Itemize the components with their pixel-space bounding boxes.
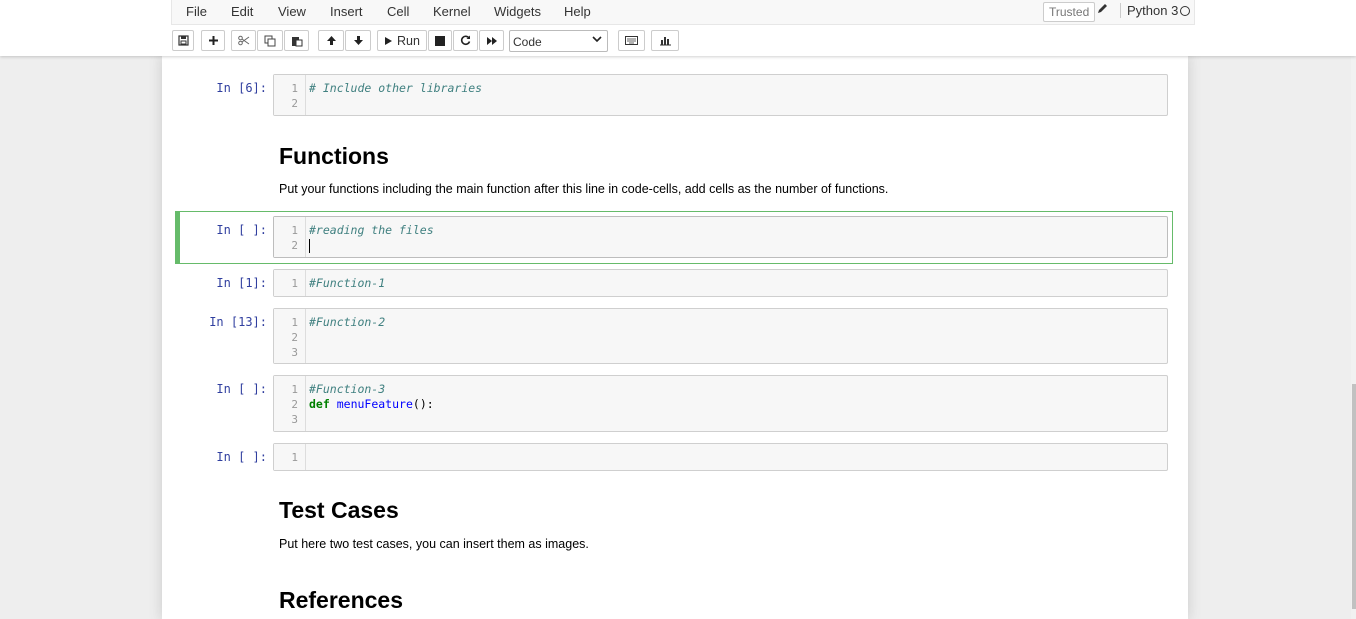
line-number: 1	[291, 277, 298, 290]
line-number: 2	[291, 239, 298, 252]
interrupt-button[interactable]	[428, 30, 452, 51]
references-heading: References	[279, 587, 404, 613]
functions-heading: Functions	[279, 143, 389, 169]
cell-type-value: Code	[513, 35, 542, 49]
copy-button[interactable]	[257, 30, 283, 51]
run-button[interactable]: Run	[377, 30, 427, 51]
menu-widgets[interactable]: Widgets	[494, 4, 541, 19]
function-name: menuFeature	[336, 397, 413, 411]
cut-button[interactable]	[231, 30, 256, 51]
stop-icon	[435, 35, 445, 46]
cell-prompt: In [13]:	[209, 315, 267, 329]
plus-icon	[208, 35, 219, 46]
line-gutter: 1 2	[274, 217, 306, 257]
line-number: 3	[291, 346, 298, 359]
code-editor[interactable]: 1 #Function-1	[273, 269, 1168, 297]
move-down-button[interactable]	[345, 30, 371, 51]
code-cell[interactable]: In [ ]: 1 2 3 #Function-3 def menuFeatur…	[174, 375, 1172, 432]
restart-icon	[460, 35, 471, 46]
text-cursor	[309, 239, 310, 253]
line-gutter: 1	[274, 270, 306, 296]
cell-prompt: In [1]:	[216, 276, 267, 290]
chevron-down-icon	[592, 34, 602, 46]
command-palette-button[interactable]	[618, 30, 645, 51]
cell-prompt: In [ ]:	[216, 382, 267, 396]
circle-icon	[1180, 6, 1190, 16]
toolbar: Run Code	[171, 30, 1195, 53]
save-icon	[177, 35, 189, 46]
functions-text: Put your functions including the main fu…	[279, 182, 889, 196]
code-cell[interactable]: In [1]: 1 #Function-1	[174, 269, 1172, 297]
code-editor[interactable]: 1 2 3 #Function-2	[273, 308, 1168, 364]
insert-cell-button[interactable]	[201, 30, 225, 51]
menu-insert[interactable]: Insert	[330, 4, 363, 19]
code-cell[interactable]: In [6]: 1 2 # Include other libraries	[174, 74, 1172, 116]
arrow-down-icon	[353, 35, 364, 46]
code-line: #Function-2	[309, 315, 386, 329]
line-number: 1	[291, 383, 298, 396]
cell-type-select[interactable]: Code	[509, 30, 608, 52]
cell-prompt: In [ ]:	[216, 450, 267, 464]
menu-edit[interactable]: Edit	[231, 4, 253, 19]
line-number: 2	[291, 331, 298, 344]
pencil-icon[interactable]	[1097, 2, 1108, 17]
run-all-button[interactable]	[479, 30, 504, 51]
cell-prompt: In [ ]:	[216, 223, 267, 237]
code-line: def menuFeature():	[309, 397, 434, 412]
line-number: 3	[291, 413, 298, 426]
kernel-name: Python 3	[1120, 3, 1178, 18]
test-cases-heading: Test Cases	[279, 497, 399, 523]
line-number: 1	[291, 451, 298, 464]
line-gutter: 1 2	[274, 75, 306, 115]
code-cell[interactable]: In [ ]: 1	[174, 443, 1172, 471]
code-editor[interactable]: 1 2 3 #Function-3 def menuFeature():	[273, 375, 1168, 432]
notebook-header: File Edit View Insert Cell Kernel Widget…	[0, 0, 1356, 56]
copy-icon	[264, 35, 276, 47]
line-gutter: 1	[274, 444, 306, 470]
code-line: # Include other libraries	[309, 81, 483, 95]
code-cell-selected[interactable]: In [ ]: 1 2 #reading the files	[174, 216, 1172, 259]
menu-file[interactable]: File	[186, 4, 207, 19]
menu-view[interactable]: View	[278, 4, 306, 19]
scissors-icon	[237, 35, 250, 46]
arrow-up-icon	[326, 35, 337, 46]
move-up-button[interactable]	[318, 30, 344, 51]
paste-button[interactable]	[284, 30, 309, 51]
chart-button[interactable]	[651, 30, 679, 51]
line-gutter: 1 2 3	[274, 309, 306, 363]
code-punctuation: ():	[412, 397, 434, 411]
menu-bar: File Edit View Insert Cell Kernel Widget…	[171, 0, 1195, 25]
play-icon	[384, 36, 393, 46]
bar-chart-icon	[659, 35, 672, 46]
paste-icon	[291, 35, 303, 47]
test-cases-text: Put here two test cases, you can insert …	[279, 537, 589, 551]
menu-help[interactable]: Help	[564, 4, 591, 19]
cell-prompt: In [6]:	[216, 81, 267, 95]
code-line: #reading the files	[309, 223, 434, 237]
keyword-def: def	[309, 397, 330, 411]
code-cell[interactable]: In [13]: 1 2 3 #Function-2	[174, 308, 1172, 364]
save-button[interactable]	[172, 30, 194, 51]
code-editor[interactable]: 1	[273, 443, 1168, 471]
line-number: 2	[291, 398, 298, 411]
keyboard-icon	[625, 36, 638, 45]
restart-button[interactable]	[453, 30, 478, 51]
code-editor[interactable]: 1 2 #reading the files	[273, 216, 1168, 258]
line-number: 1	[291, 224, 298, 237]
fast-forward-icon	[486, 36, 498, 46]
code-editor[interactable]: 1 2 # Include other libraries	[273, 74, 1168, 116]
menu-kernel[interactable]: Kernel	[433, 4, 471, 19]
trusted-badge[interactable]: Trusted	[1043, 2, 1096, 22]
line-gutter: 1 2 3	[274, 376, 306, 431]
line-number: 1	[291, 316, 298, 329]
line-number: 2	[291, 97, 298, 110]
code-line: #Function-1	[309, 276, 386, 290]
notebook-container: In [6]: 1 2 # Include other libraries Fu…	[162, 56, 1188, 619]
code-line: #Function-3	[309, 382, 386, 396]
scrollbar-thumb[interactable]	[1352, 384, 1356, 609]
run-label: Run	[397, 33, 420, 48]
menu-cell[interactable]: Cell	[387, 4, 409, 19]
line-number: 1	[291, 82, 298, 95]
